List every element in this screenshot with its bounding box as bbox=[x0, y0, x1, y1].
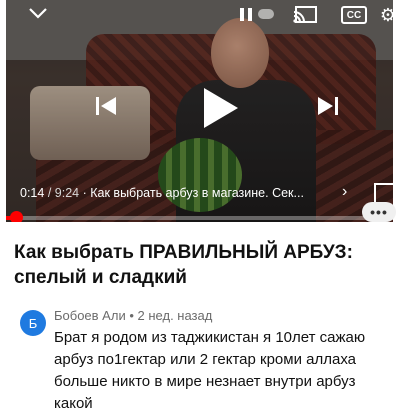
more-options-button[interactable]: ••• bbox=[362, 202, 396, 222]
fullscreen-icon[interactable] bbox=[374, 183, 393, 203]
play-icon[interactable] bbox=[192, 80, 248, 136]
video-player[interactable]: CC ⚙ 0:14 / 9:24 · Как выбрать арбуз в м… bbox=[6, 0, 393, 222]
progress-scrubber[interactable] bbox=[9, 211, 23, 222]
meta-separator: • bbox=[129, 308, 134, 323]
comment-author[interactable]: Бобоев Али bbox=[54, 308, 126, 323]
video-title[interactable]: Как выбрать ПРАВИЛЬНЫЙ АРБУЗ: спелый и с… bbox=[14, 240, 384, 290]
time-and-chapter: 0:14 / 9:24 · Как выбрать арбуз в магази… bbox=[20, 186, 304, 200]
pause-icon[interactable] bbox=[235, 5, 257, 23]
time-separator: / bbox=[47, 186, 52, 200]
chapter-title[interactable]: · Как выбрать арбуз в магазине. Сек... bbox=[83, 186, 304, 200]
autoplay-toggle[interactable] bbox=[258, 9, 274, 19]
comment-text: Брат я родом из таджикистан я 10лет сажа… bbox=[54, 329, 366, 412]
comment-time: 2 нед. назад bbox=[137, 308, 213, 323]
next-icon[interactable] bbox=[312, 92, 344, 120]
duration: 9:24 bbox=[54, 186, 80, 200]
settings-icon[interactable]: ⚙ bbox=[378, 4, 393, 26]
chevron-down-icon[interactable] bbox=[24, 4, 52, 22]
avatar[interactable]: Б bbox=[20, 310, 46, 336]
previous-icon[interactable] bbox=[90, 92, 122, 120]
current-time: 0:14 bbox=[20, 186, 45, 200]
comment-meta: Бобоев Али • 2 нед. назад bbox=[54, 308, 212, 323]
chapter-chevron-icon[interactable]: › bbox=[342, 183, 347, 201]
cast-icon[interactable] bbox=[290, 4, 320, 26]
progress-bar[interactable] bbox=[6, 211, 393, 222]
captions-icon[interactable]: CC bbox=[341, 6, 367, 24]
